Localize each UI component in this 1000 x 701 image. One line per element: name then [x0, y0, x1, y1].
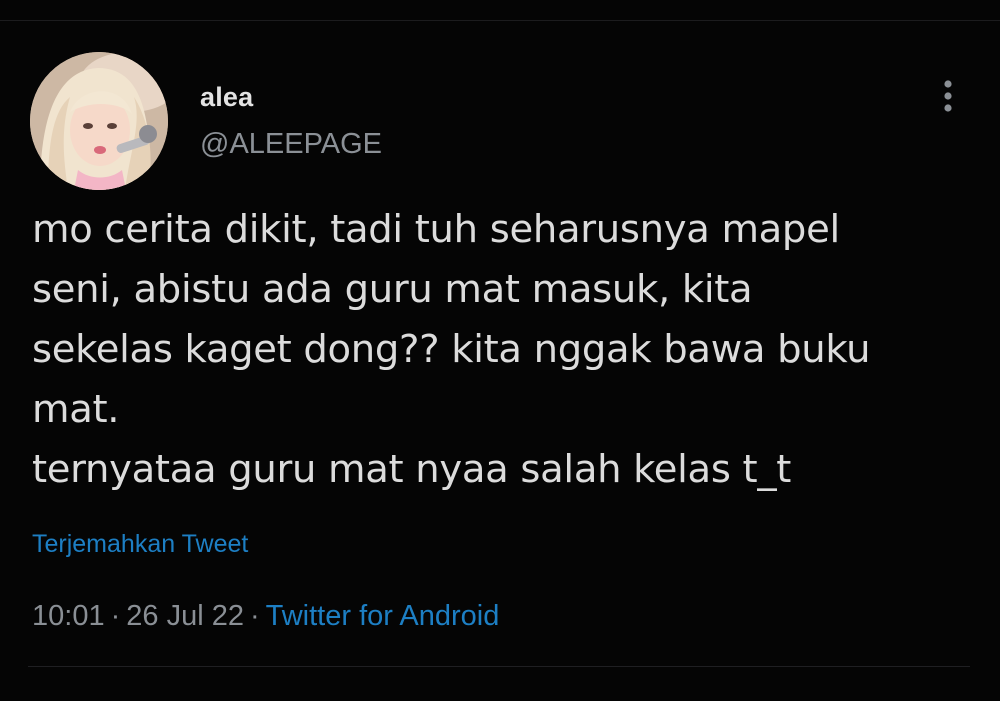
- tweet-text-line: sekelas kaget dong?? kita nggak bawa buk…: [32, 327, 871, 372]
- tweet-text-line: mat.: [32, 387, 120, 432]
- user-handle[interactable]: @ALEEPAGE: [200, 128, 382, 161]
- top-divider: [0, 20, 1000, 21]
- avatar-image: [30, 52, 168, 190]
- tweet-text: mo cerita dikit, tadi tuh seharusnya map…: [32, 200, 977, 500]
- translate-tweet-link[interactable]: Terjemahkan Tweet: [32, 530, 248, 559]
- tweet-time[interactable]: 10:01: [32, 600, 105, 632]
- avatar[interactable]: [30, 52, 168, 190]
- tweet-text-line: mo cerita dikit, tadi tuh seharusnya map…: [32, 207, 840, 252]
- tweet-text-line: ternyataa guru mat nyaa salah kelas t_t: [32, 447, 792, 492]
- display-name[interactable]: alea: [200, 82, 253, 113]
- bottom-divider: [28, 666, 970, 667]
- tweet-date[interactable]: 26 Jul 22: [126, 600, 244, 632]
- tweet-text-line: seni, abistu ada guru mat masuk, kita: [32, 267, 753, 312]
- tweet-source-link[interactable]: Twitter for Android: [266, 600, 500, 632]
- meta-separator: ·: [110, 600, 121, 632]
- more-vertical-icon: [944, 80, 952, 112]
- more-options-button[interactable]: [932, 76, 964, 116]
- tweet-meta: 10:01 · 26 Jul 22 · Twitter for Android: [32, 600, 499, 633]
- meta-separator: ·: [249, 600, 260, 632]
